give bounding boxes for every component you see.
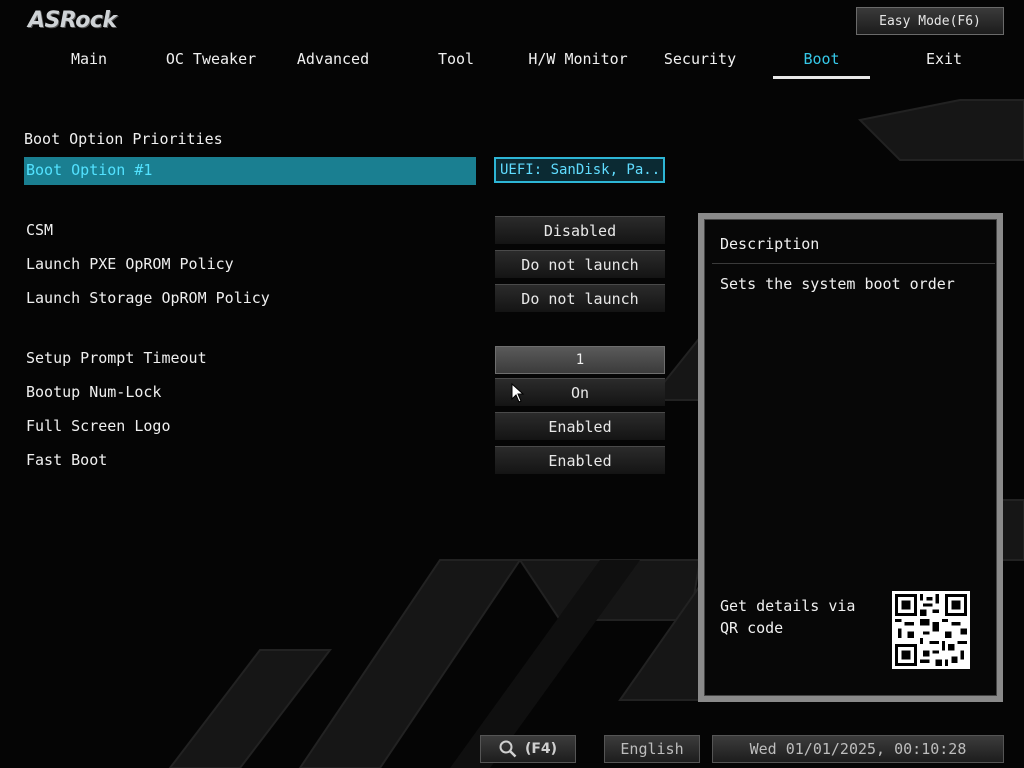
language-button[interactable]: English	[604, 735, 700, 763]
storage-oprom-label: Launch Storage OpROM Policy	[26, 289, 270, 307]
description-text: Sets the system boot order	[720, 275, 955, 293]
fast-boot-value[interactable]: Enabled	[495, 446, 665, 474]
easy-mode-button[interactable]: Easy Mode(F6)	[856, 7, 1004, 35]
tab-tool[interactable]: Tool	[424, 50, 488, 72]
pxe-oprom-label: Launch PXE OpROM Policy	[26, 255, 234, 273]
search-button[interactable]: (F4)	[480, 735, 576, 763]
asrock-logo: ASRock	[28, 8, 117, 33]
description-panel: Description Sets the system boot order G…	[698, 213, 1003, 702]
fast-boot-label: Fast Boot	[26, 451, 108, 469]
boot-option-1-value[interactable]: UEFI: SanDisk, Pa...	[494, 157, 665, 183]
full-screen-logo-label: Full Screen Logo	[26, 417, 171, 435]
search-icon	[499, 740, 517, 758]
tab-exit[interactable]: Exit	[912, 50, 976, 72]
qr-hint-text: Get details via QR code	[720, 597, 856, 637]
tab-boot[interactable]: Boot	[773, 50, 870, 72]
setup-prompt-timeout-input[interactable]: 1	[495, 346, 665, 374]
active-tab-indicator	[773, 76, 870, 79]
setup-prompt-timeout-label: Setup Prompt Timeout	[26, 349, 207, 367]
tab-advanced[interactable]: Advanced	[288, 50, 378, 72]
mouse-cursor-icon	[511, 383, 525, 403]
search-key-label: (F4)	[524, 741, 558, 757]
description-divider	[712, 263, 995, 264]
description-title: Description	[720, 235, 820, 253]
qr-code-icon	[892, 591, 970, 669]
csm-label: CSM	[26, 221, 54, 239]
tab-hw-monitor[interactable]: H/W Monitor	[522, 50, 634, 72]
full-screen-logo-value[interactable]: Enabled	[495, 412, 665, 440]
tab-main[interactable]: Main	[56, 50, 122, 72]
bootup-numlock-label: Bootup Num-Lock	[26, 383, 162, 401]
tab-security[interactable]: Security	[656, 50, 744, 72]
datetime-display[interactable]: Wed 01/01/2025, 00:10:28	[712, 735, 1004, 763]
csm-value[interactable]: Disabled	[495, 216, 665, 244]
boot-priorities-title: Boot Option Priorities	[24, 130, 223, 148]
tab-oc-tweaker[interactable]: OC Tweaker	[158, 50, 264, 72]
pxe-oprom-value[interactable]: Do not launch	[495, 250, 665, 278]
storage-oprom-value[interactable]: Do not launch	[495, 284, 665, 312]
boot-option-1-label: Boot Option #1	[26, 161, 153, 179]
